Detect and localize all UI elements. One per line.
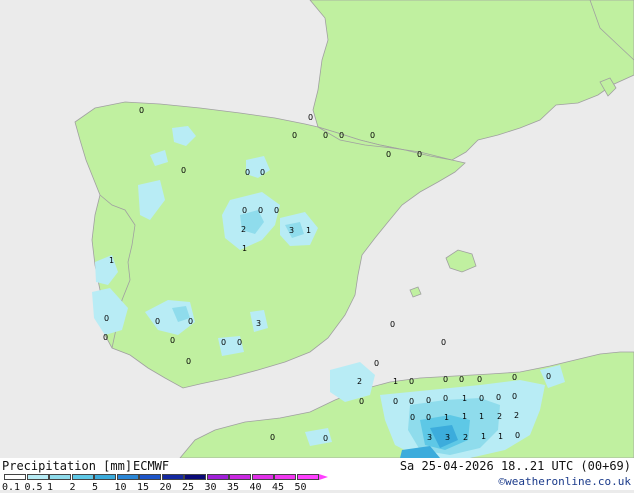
valid-time: Sa 25-04-2026 18..21 UTC (00+69): [399, 459, 631, 473]
map-label: 3: [445, 433, 450, 442]
scale-tick-label: 35: [227, 482, 240, 493]
map-label: 0: [426, 396, 431, 405]
map-label: 0: [323, 434, 328, 443]
weather-map-screen: 0 0 0 0 0 0 0 0 0 0 0 0 0 0 2 3 1 1 1 0 …: [0, 0, 634, 493]
scale-tick-label: 10: [114, 482, 127, 493]
map-label: 0: [496, 393, 501, 402]
map-label: 0: [188, 317, 193, 326]
scale-tick-label: 0.1: [2, 482, 21, 493]
scale-tick-label: 20: [159, 482, 172, 493]
map-label: 0: [477, 375, 482, 384]
color-swatch: [139, 474, 161, 480]
map-label: 0: [258, 206, 263, 215]
map-label: 0: [386, 150, 391, 159]
map-label: 0: [512, 373, 517, 382]
map-label: 0: [426, 413, 431, 422]
map-label: 1: [306, 226, 311, 235]
map-label: 2: [241, 225, 246, 234]
map-label: 1: [444, 413, 449, 422]
scale-tick-label: 1: [47, 482, 54, 493]
map-label: 0: [515, 431, 520, 440]
map-label: 0: [260, 168, 265, 177]
map-label: 0: [237, 338, 242, 347]
map-label: 0: [359, 397, 364, 406]
map-title: Precipitation [mm]: [2, 459, 133, 473]
map-label: 0: [103, 333, 108, 342]
map-label: 0: [170, 336, 175, 345]
scale-tick-label: 25: [182, 482, 195, 493]
map-label: 3: [427, 433, 432, 442]
scale-tick-label: 30: [204, 482, 217, 493]
color-swatch: [116, 474, 139, 480]
scale-tick-label: 40: [249, 482, 262, 493]
color-swatch: [229, 474, 251, 480]
map-label: 1: [462, 412, 467, 421]
map-label: 0: [323, 131, 328, 140]
map-label: 0: [370, 131, 375, 140]
map-label: 0: [308, 113, 313, 122]
precipitation-color-scale: [4, 474, 328, 481]
map-label: 0: [443, 394, 448, 403]
map-label: 2: [514, 411, 519, 420]
map-label: 1: [393, 377, 398, 386]
map-label: 0: [512, 392, 517, 401]
map-label: 0: [181, 166, 186, 175]
map-label: 1: [109, 256, 114, 265]
map-label: 0: [441, 338, 446, 347]
color-swatch: [251, 474, 274, 480]
map-label: 0: [104, 314, 109, 323]
color-swatch: [206, 474, 229, 480]
map-label: 0: [245, 168, 250, 177]
map-label: 0: [139, 106, 144, 115]
color-swatch: [296, 474, 319, 480]
scale-tick-label: 2: [69, 482, 76, 493]
map-label: 0: [410, 413, 415, 422]
map-label: 0: [390, 320, 395, 329]
map-label: 0: [417, 150, 422, 159]
color-swatch: [94, 474, 116, 480]
map-label: 0: [274, 206, 279, 215]
map-label: 0: [186, 357, 191, 366]
color-swatch: [4, 474, 26, 480]
map-label: 0: [270, 433, 275, 442]
map-label: 1: [242, 244, 247, 253]
map-label: 0: [221, 338, 226, 347]
map-label: 1: [481, 432, 486, 441]
color-swatch: [274, 474, 296, 480]
map-label: 0: [459, 375, 464, 384]
color-swatch: [26, 474, 49, 480]
scale-tick-label: 0.5: [24, 482, 43, 493]
map-label: 0: [479, 394, 484, 403]
scale-tick-label: 50: [294, 482, 307, 493]
map-label: 1: [479, 412, 484, 421]
color-swatch: [161, 474, 184, 480]
map-label: 2: [357, 377, 362, 386]
map-label: 1: [498, 432, 503, 441]
scale-tick-label: 45: [272, 482, 285, 493]
map-label: 2: [497, 412, 502, 421]
map-label: 0: [155, 317, 160, 326]
map-label: 0: [409, 397, 414, 406]
map-label: 0: [393, 397, 398, 406]
map-label: 1: [462, 394, 467, 403]
map-label: 0: [409, 377, 414, 386]
map-label: 0: [546, 372, 551, 381]
map-label: 0: [292, 131, 297, 140]
color-swatch: [49, 474, 71, 480]
scale-arrow-tip: [319, 474, 328, 480]
map-label: 3: [256, 319, 261, 328]
color-swatch: [71, 474, 94, 480]
map-label: 0: [374, 359, 379, 368]
scale-tick-label: 15: [137, 482, 150, 493]
precipitation-map: 0 0 0 0 0 0 0 0 0 0 0 0 0 0 2 3 1 1 1 0 …: [0, 0, 634, 458]
scale-tick-label: 5: [92, 482, 99, 493]
map-label: 3: [289, 226, 294, 235]
map-label: 0: [443, 375, 448, 384]
map-label: 0: [242, 206, 247, 215]
credit-link[interactable]: ©weatheronline.co.uk: [499, 475, 631, 488]
map-label: 2: [463, 433, 468, 442]
map-label: 0: [339, 131, 344, 140]
model-name: ECMWF: [133, 459, 170, 473]
color-swatch: [184, 474, 206, 480]
